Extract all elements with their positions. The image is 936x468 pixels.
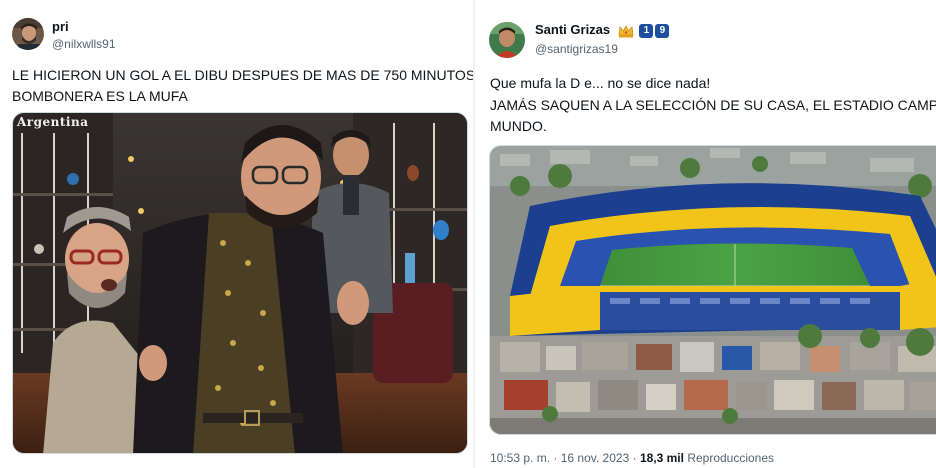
tweet-text-line: Que mufa la D e... no se dice nada! xyxy=(490,75,711,91)
avatar-photo xyxy=(12,18,44,50)
tweet-meta: 10:53 p. m. · 16 nov. 2023 · 18,3 mil Re… xyxy=(490,451,774,465)
meme-photo xyxy=(13,113,467,453)
user-handle[interactable]: @santigrizas19 xyxy=(535,42,618,56)
display-name-row[interactable]: Santi Grizas 19 xyxy=(535,22,670,38)
tweet-media-image[interactable] xyxy=(489,145,936,435)
views-label: Reproducciones xyxy=(687,451,775,465)
tweet-media-image[interactable]: Argentina xyxy=(12,112,468,454)
meta-separator: · xyxy=(632,451,637,465)
media-watermark: Argentina xyxy=(17,115,89,129)
crown-emoji-icon xyxy=(618,24,634,38)
tweet-text-line: LE HICIERON UN GOL A EL DIBU DESPUES DE … xyxy=(12,67,473,83)
views-count: 18,3 mil xyxy=(639,451,684,465)
tweet-time[interactable]: 10:53 p. m. xyxy=(490,451,550,465)
user-handle[interactable]: @nilxwlls91 xyxy=(52,37,116,51)
meta-separator: · xyxy=(553,451,558,465)
avatar[interactable] xyxy=(12,18,44,50)
number-badge-icon: 9 xyxy=(655,23,670,38)
tweet-text-line: MUNDO. xyxy=(490,118,547,134)
number-badge-icon: 1 xyxy=(639,23,654,38)
display-name[interactable]: Santi Grizas xyxy=(535,22,610,37)
tweet-date[interactable]: 16 nov. 2023 xyxy=(561,451,630,465)
display-name[interactable]: pri xyxy=(52,19,69,34)
avatar[interactable] xyxy=(489,22,525,58)
tweet-right[interactable]: Santi Grizas 19 @santigrizas19 Que mufa … xyxy=(475,0,936,468)
avatar-photo xyxy=(489,22,525,58)
tweet-left[interactable]: pri @nilxwlls91 LE HICIERON UN GOL A EL … xyxy=(0,0,473,468)
tweet-text-line: BOMBONERA ES LA MUFA xyxy=(12,88,188,104)
stadium-aerial-photo xyxy=(490,146,936,434)
tweet-text-line: JAMÁS SAQUEN A LA SELECCIÓN DE SU CASA, … xyxy=(490,97,936,113)
